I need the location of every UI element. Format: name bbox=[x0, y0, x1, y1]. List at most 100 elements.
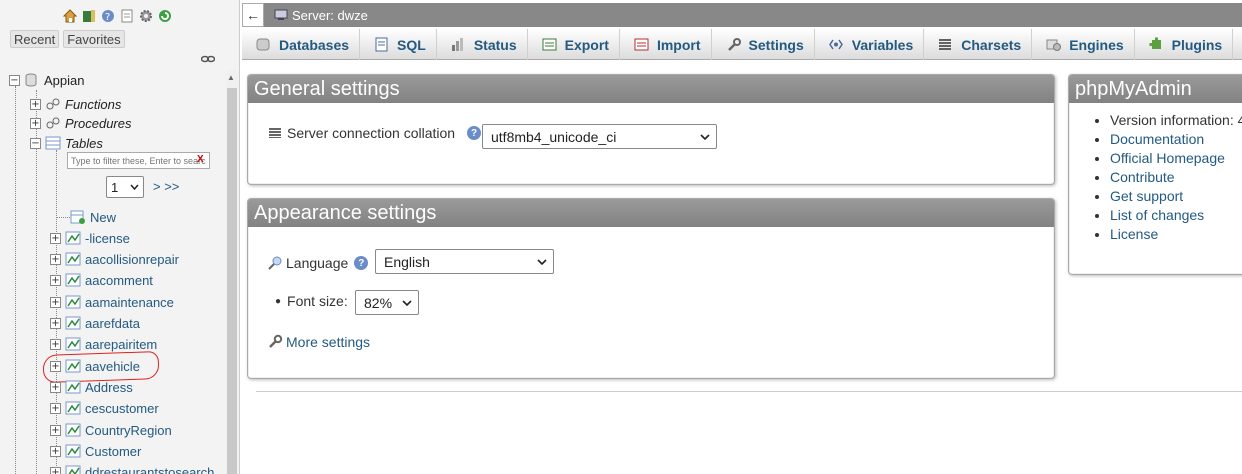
server-title[interactable]: Server: dwze bbox=[292, 8, 368, 23]
table-name[interactable]: Customer bbox=[85, 444, 141, 459]
page-select[interactable]: 1 bbox=[106, 176, 144, 198]
table-item[interactable]: + aacollisionrepair bbox=[50, 250, 179, 268]
table-item[interactable]: + aavehicle bbox=[50, 357, 140, 375]
phpmyadmin-link-item[interactable]: Contribute bbox=[1110, 168, 1242, 187]
more-settings-row[interactable]: More settings bbox=[267, 334, 370, 350]
table-item[interactable]: + CountryRegion bbox=[50, 421, 172, 439]
functions-label[interactable]: Functions bbox=[65, 97, 121, 112]
table-item[interactable]: + aarepairitem bbox=[50, 335, 157, 353]
phpmyadmin-link[interactable]: Contribute bbox=[1110, 169, 1175, 185]
nav-scroll-thumb[interactable] bbox=[227, 88, 237, 474]
tab-charsets[interactable]: Charsets bbox=[924, 29, 1033, 60]
tab-import[interactable]: Import bbox=[620, 29, 712, 60]
more-settings-link[interactable]: More settings bbox=[286, 334, 370, 350]
table-icon[interactable] bbox=[65, 316, 81, 330]
table-name[interactable]: CountryRegion bbox=[85, 423, 172, 438]
table-icon[interactable] bbox=[65, 465, 81, 474]
docs-icon[interactable] bbox=[119, 8, 135, 24]
phpmyadmin-link[interactable]: Documentation bbox=[1110, 131, 1204, 147]
favorites-button[interactable]: Favorites bbox=[63, 30, 125, 48]
table-item[interactable]: + -license bbox=[50, 229, 130, 247]
collation-select[interactable]: utf8mb4_unicode_ci bbox=[482, 124, 717, 149]
server-breadcrumb[interactable]: Server: dwze bbox=[274, 8, 368, 23]
tab-plugins[interactable]: Plugins bbox=[1135, 29, 1234, 60]
table-icon[interactable] bbox=[65, 252, 81, 266]
table-icon[interactable] bbox=[65, 359, 81, 373]
fontsize-select[interactable]: 82% bbox=[355, 290, 419, 315]
expand-icon[interactable]: + bbox=[50, 445, 61, 457]
db-name[interactable]: Appian bbox=[44, 73, 84, 88]
table-name[interactable]: Address bbox=[85, 380, 133, 395]
link-with-main-icon[interactable] bbox=[200, 52, 216, 67]
tab-export[interactable]: Export bbox=[528, 29, 620, 60]
tab-status[interactable]: Status bbox=[437, 29, 528, 60]
tree-db-appian[interactable]: − Appian bbox=[9, 71, 84, 89]
tree-new-table[interactable]: New bbox=[56, 208, 116, 226]
table-item[interactable]: + cescustomer bbox=[50, 399, 159, 417]
expand-icon[interactable]: + bbox=[50, 274, 61, 286]
expand-icon[interactable]: + bbox=[30, 117, 41, 129]
expand-icon[interactable]: + bbox=[50, 466, 61, 474]
collapse-nav-button[interactable]: ← bbox=[242, 3, 264, 27]
table-icon[interactable] bbox=[65, 231, 81, 245]
expand-icon[interactable]: + bbox=[50, 424, 61, 436]
new-table-label[interactable]: New bbox=[90, 210, 116, 225]
table-item[interactable]: + Address bbox=[50, 378, 133, 396]
table-icon[interactable] bbox=[65, 444, 81, 458]
phpmyadmin-link-item[interactable]: License bbox=[1110, 225, 1242, 244]
language-select[interactable]: English bbox=[375, 249, 554, 274]
phpmyadmin-link-item[interactable]: Official Homepage bbox=[1110, 149, 1242, 168]
collapse-icon[interactable]: − bbox=[30, 137, 41, 149]
phpmyadmin-link[interactable]: License bbox=[1110, 226, 1158, 242]
clear-filter-button[interactable]: X bbox=[197, 154, 204, 165]
table-icon[interactable] bbox=[65, 401, 81, 415]
expand-icon[interactable]: + bbox=[50, 317, 61, 329]
scroll-up-icon[interactable]: ▲ bbox=[227, 73, 235, 82]
expand-icon[interactable]: + bbox=[50, 402, 61, 414]
phpmyadmin-link-item[interactable]: Get support bbox=[1110, 187, 1242, 206]
table-icon[interactable] bbox=[65, 295, 81, 309]
phpmyadmin-link[interactable]: List of changes bbox=[1110, 207, 1204, 223]
home-icon[interactable] bbox=[62, 8, 78, 24]
table-item[interactable]: + ddrestaurantstosearch bbox=[50, 463, 214, 474]
expand-icon[interactable]: + bbox=[30, 98, 41, 110]
table-icon[interactable] bbox=[65, 273, 81, 287]
help-icon[interactable]: ? bbox=[467, 126, 482, 140]
expand-icon[interactable]: + bbox=[50, 381, 61, 393]
tables-label[interactable]: Tables bbox=[65, 136, 103, 151]
table-item[interactable]: + aarefdata bbox=[50, 314, 140, 332]
collapse-icon[interactable]: − bbox=[9, 74, 20, 86]
table-icon[interactable] bbox=[65, 337, 81, 351]
phpmyadmin-link[interactable]: Get support bbox=[1110, 188, 1183, 204]
recent-button[interactable]: Recent bbox=[10, 30, 60, 48]
reload-icon[interactable] bbox=[157, 8, 173, 24]
nav-scrollbar[interactable]: ▲ bbox=[226, 70, 238, 474]
tree-functions[interactable]: + Functions bbox=[30, 95, 121, 113]
table-name[interactable]: -license bbox=[85, 231, 130, 246]
phpmyadmin-link-item[interactable]: Documentation bbox=[1110, 130, 1242, 149]
expand-icon[interactable]: + bbox=[50, 232, 61, 244]
table-name[interactable]: ddrestaurantstosearch bbox=[85, 465, 214, 474]
table-icon[interactable] bbox=[65, 423, 81, 437]
expand-icon[interactable]: + bbox=[50, 253, 61, 265]
tab-databases[interactable]: Databases bbox=[242, 29, 361, 60]
table-name[interactable]: aamaintenance bbox=[85, 295, 174, 310]
tree-procedures[interactable]: + Procedures bbox=[30, 114, 131, 132]
tree-tables[interactable]: − Tables bbox=[30, 134, 103, 152]
logout-icon[interactable] bbox=[81, 8, 97, 24]
tab-engines[interactable]: Engines bbox=[1032, 29, 1135, 60]
table-icon[interactable] bbox=[65, 380, 81, 394]
tab-variables[interactable]: Variables bbox=[815, 29, 925, 60]
phpmyadmin-link[interactable]: Official Homepage bbox=[1110, 150, 1225, 166]
expand-icon[interactable]: + bbox=[50, 360, 61, 372]
expand-icon[interactable]: + bbox=[50, 296, 61, 308]
table-name[interactable]: cescustomer bbox=[85, 401, 159, 416]
expand-icon[interactable]: + bbox=[50, 338, 61, 350]
table-name[interactable]: aacollisionrepair bbox=[85, 252, 179, 267]
table-item[interactable]: + aamaintenance bbox=[50, 293, 174, 311]
table-name[interactable]: aacomment bbox=[85, 273, 153, 288]
tab-sql[interactable]: SQL bbox=[360, 29, 437, 60]
procedures-label[interactable]: Procedures bbox=[65, 116, 131, 131]
table-name[interactable]: aavehicle bbox=[85, 359, 140, 374]
table-filter-input[interactable] bbox=[67, 152, 210, 169]
